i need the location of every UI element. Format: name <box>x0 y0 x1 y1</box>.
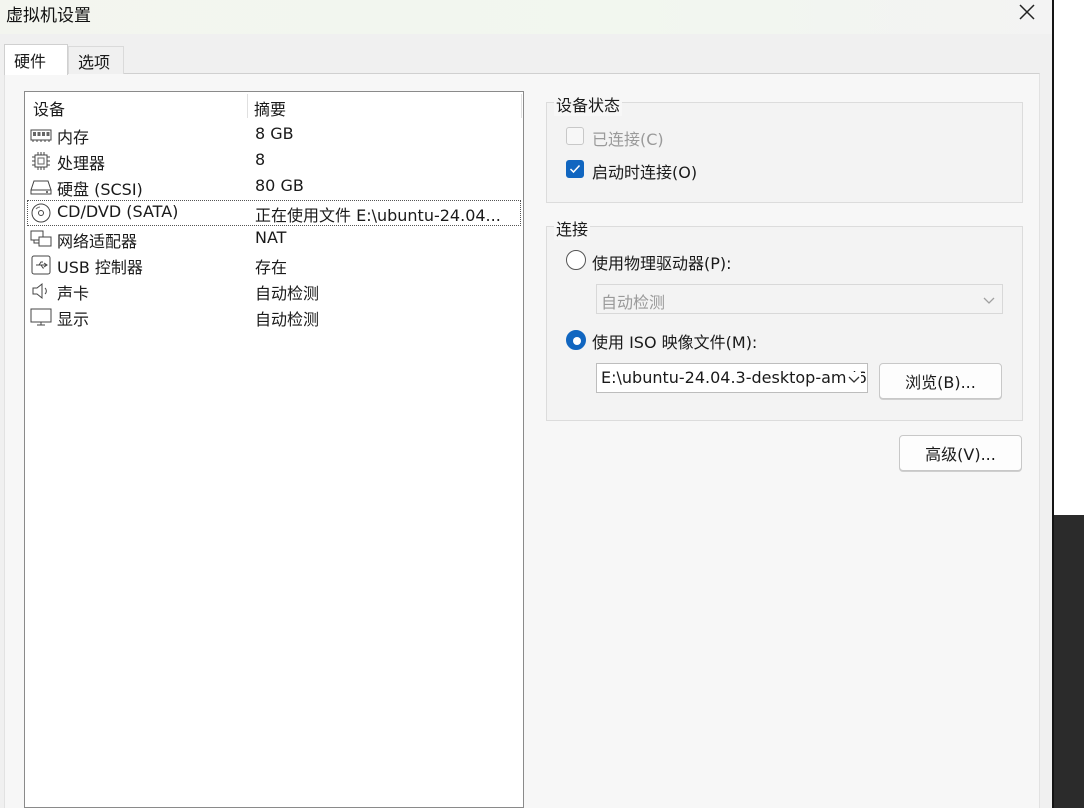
device-summary: 正在使用文件 E:\ubuntu-24.04... <box>255 206 501 225</box>
memory-icon <box>30 129 52 142</box>
device-row-hard-disk[interactable]: 硬盘 (SCSI) 80 GB <box>27 174 521 200</box>
device-summary: NAT <box>255 228 287 247</box>
connect-on-power-checkbox[interactable] <box>566 160 584 178</box>
close-icon <box>1019 4 1035 20</box>
vm-settings-window: 虚拟机设置 硬件 选项 设备 摘要 内存 8 GB 处理器 8 硬盘 (SCSI… <box>0 0 1052 808</box>
processor-icon <box>32 152 50 170</box>
iso-image-radio[interactable] <box>566 330 586 350</box>
device-status-title: 设备状态 <box>554 92 623 116</box>
device-name: 声卡 <box>57 284 90 303</box>
column-divider <box>521 94 522 118</box>
connected-label: 已连接(C) <box>592 130 664 149</box>
title-bar[interactable]: 虚拟机设置 <box>0 0 1052 34</box>
column-divider[interactable] <box>247 94 248 118</box>
tab-hardware-label: 硬件 <box>14 52 47 71</box>
iso-path-value[interactable]: E:\ubuntu-24.04.3-desktop-amd64.iso <box>601 368 867 387</box>
usb-icon <box>31 255 51 275</box>
checkmark-icon <box>569 164 581 174</box>
device-summary: 自动检测 <box>255 284 320 303</box>
chevron-down-icon[interactable] <box>847 372 861 386</box>
device-summary: 8 GB <box>255 124 294 143</box>
device-summary: 自动检测 <box>255 310 320 329</box>
browse-button-label: 浏览(B)... <box>905 373 976 392</box>
column-header-summary[interactable]: 摘要 <box>254 96 286 120</box>
device-row-display[interactable]: 显示 自动检测 <box>27 304 521 330</box>
tab-hardware[interactable]: 硬件 <box>4 44 68 75</box>
device-row-cd-dvd[interactable]: CD/DVD (SATA) 正在使用文件 E:\ubuntu-24.04... <box>27 200 521 226</box>
physical-drive-value: 自动检测 <box>601 293 666 312</box>
device-name: 处理器 <box>57 154 106 173</box>
device-row-memory[interactable]: 内存 8 GB <box>27 122 521 148</box>
cd-dvd-icon <box>31 203 51 223</box>
column-header-device[interactable]: 设备 <box>33 96 65 120</box>
connection-title: 连接 <box>554 216 591 240</box>
iso-path-combobox[interactable]: E:\ubuntu-24.04.3-desktop-amd64.iso <box>596 363 868 393</box>
connect-on-power-label: 启动时连接(O) <box>592 163 698 182</box>
network-adapter-icon <box>30 230 52 247</box>
tab-options[interactable]: 选项 <box>68 46 124 74</box>
hard-disk-icon <box>30 180 52 195</box>
device-row-sound-card[interactable]: 声卡 自动检测 <box>27 278 521 304</box>
device-summary: 8 <box>255 150 266 169</box>
device-name: 显示 <box>57 310 90 329</box>
physical-drive-radio[interactable] <box>566 250 586 270</box>
background-window-edge <box>1052 0 1084 808</box>
physical-drive-label: 使用物理驱动器(P): <box>592 254 732 273</box>
advanced-button[interactable]: 高级(V)... <box>899 435 1022 471</box>
window-title: 虚拟机设置 <box>6 6 91 26</box>
device-list[interactable]: 设备 摘要 内存 8 GB 处理器 8 硬盘 (SCSI) 80 GB CD/D… <box>24 91 524 808</box>
device-name: USB 控制器 <box>57 258 143 277</box>
device-name: CD/DVD (SATA) <box>57 202 179 221</box>
window-border <box>1052 0 1054 808</box>
device-status-group <box>546 102 1023 203</box>
iso-image-label: 使用 ISO 映像文件(M): <box>592 333 758 352</box>
device-summary: 存在 <box>255 258 288 277</box>
chevron-down-icon <box>983 297 995 304</box>
connected-checkbox[interactable] <box>566 127 584 145</box>
browse-button[interactable]: 浏览(B)... <box>879 363 1002 399</box>
background-window-area <box>1052 0 1084 515</box>
tab-options-label: 选项 <box>78 52 111 72</box>
device-row-network-adapter[interactable]: 网络适配器 NAT <box>27 226 521 252</box>
device-summary: 80 GB <box>255 176 304 195</box>
device-name: 硬盘 (SCSI) <box>57 180 143 199</box>
device-row-usb-controller[interactable]: USB 控制器 存在 <box>27 252 521 278</box>
physical-drive-select[interactable]: 自动检测 <box>596 284 1003 314</box>
sound-card-icon <box>32 282 47 300</box>
display-icon <box>30 308 52 326</box>
device-name: 网络适配器 <box>57 232 138 251</box>
device-name: 内存 <box>57 128 90 147</box>
advanced-button-label: 高级(V)... <box>925 445 996 464</box>
device-list-header: 设备 摘要 <box>25 92 523 120</box>
device-row-processor[interactable]: 处理器 8 <box>27 148 521 174</box>
close-button[interactable] <box>1010 0 1044 24</box>
